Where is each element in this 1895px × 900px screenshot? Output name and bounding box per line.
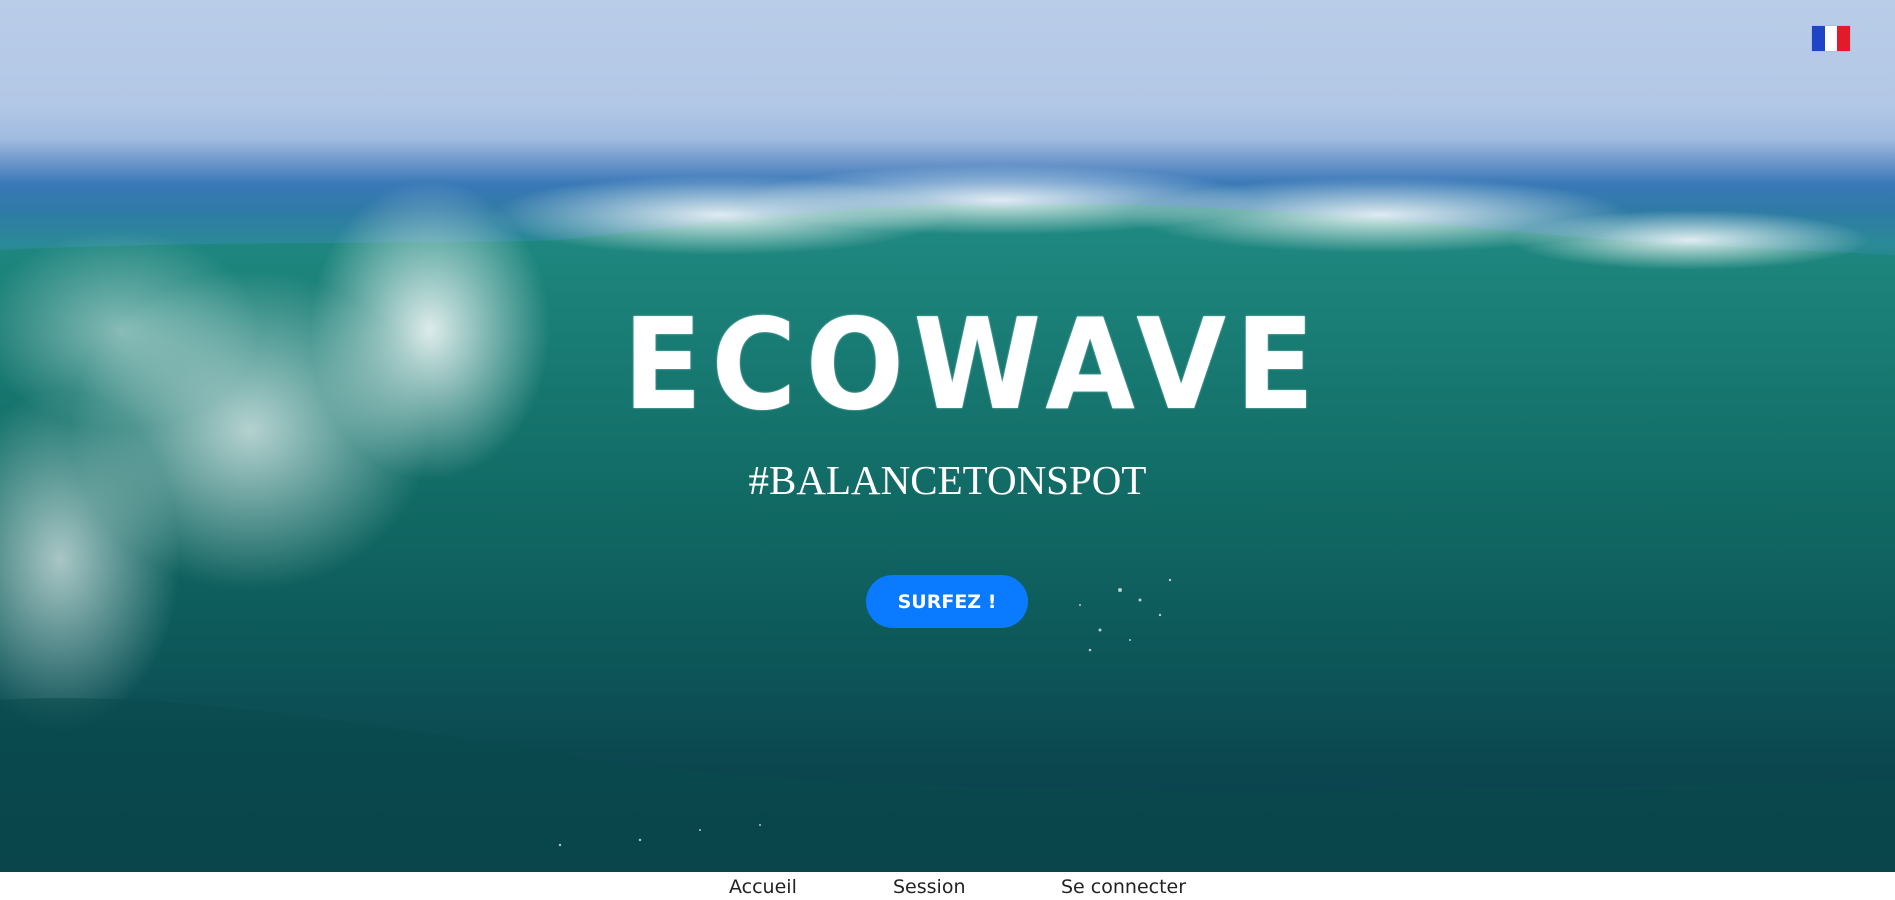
flag-white-stripe bbox=[1824, 26, 1838, 51]
surf-cta-button[interactable]: SURFEZ ! bbox=[866, 575, 1028, 628]
nav-link-se-connecter[interactable]: Se connecter bbox=[1061, 876, 1186, 898]
nav-link-session[interactable]: Session bbox=[893, 876, 966, 898]
hero-section: ECOWAVE #BALANCETONSPOT SURFEZ ! bbox=[0, 0, 1895, 872]
nav-link-accueil[interactable]: Accueil bbox=[729, 876, 797, 898]
flag-red-stripe bbox=[1837, 26, 1851, 51]
flag-blue-stripe bbox=[1812, 26, 1825, 51]
french-flag-icon[interactable] bbox=[1812, 26, 1851, 51]
site-logo-title: ECOWAVE bbox=[623, 291, 1324, 438]
hero-tagline: #BALANCETONSPOT bbox=[748, 457, 1147, 503]
bottom-navigation: Accueil Session Se connecter bbox=[0, 872, 1895, 900]
